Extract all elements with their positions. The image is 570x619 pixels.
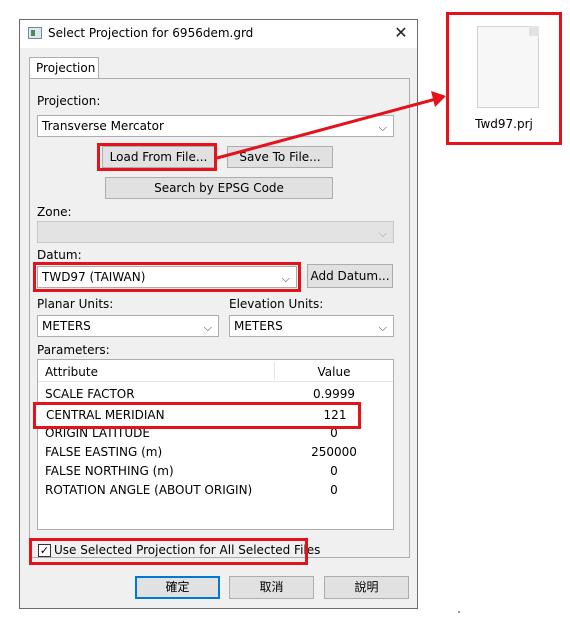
file-name: Twd97.prj xyxy=(475,117,533,131)
document-icon xyxy=(477,26,539,108)
document-fold xyxy=(529,26,539,36)
stray-dot xyxy=(458,611,460,613)
